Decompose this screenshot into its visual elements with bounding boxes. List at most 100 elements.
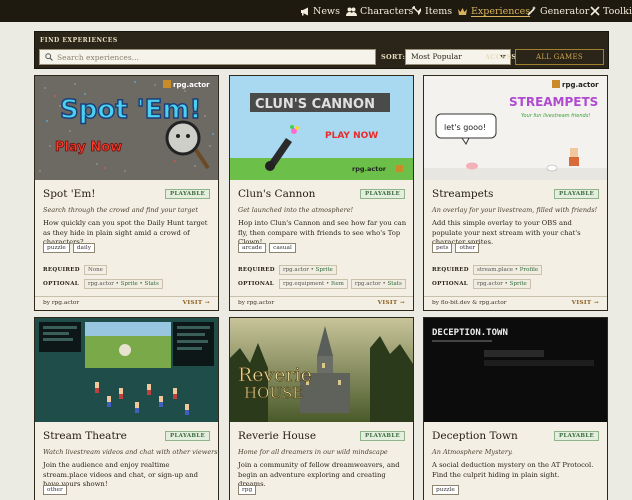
nav-news-label: News [313,5,340,17]
image-headline: Reverie [238,364,312,386]
tag-chip[interactable]: other [43,485,67,495]
tag-chip[interactable]: puzzle [432,485,459,495]
nav-generator-label: Generator [540,5,590,17]
svg-text:Spot 'Em!: Spot 'Em! [60,95,201,125]
tag-chip[interactable]: puzzle [43,243,70,253]
tag-chip[interactable]: daily [72,243,95,253]
card-description: A social deduction mystery on the AT Pro… [432,461,594,479]
playable-badge: PLAYABLE [360,189,405,199]
tag-chip[interactable]: casual [269,243,296,253]
megaphone-icon [301,7,308,15]
nav-generator[interactable]: Generator [527,0,589,22]
visit-link[interactable]: VISIT → [572,300,599,306]
optional-row: OPTIONAL rpg.equipment • Item rpg.actor … [238,279,406,289]
nav-news[interactable]: News [300,0,340,22]
card-footer: by rpg.actor VISIT → [35,296,218,310]
nav-items[interactable]: Items [412,0,452,22]
nav-experiences-label: Experiences [471,5,531,17]
experience-card-stream-theatre[interactable]: Stream Theatre PLAYABLE Watch livestream… [34,317,219,500]
tag-list: arcade casual [238,243,296,253]
optional-value: rpg.equipment • Item [279,279,348,289]
sword-shield-icon [412,6,421,15]
tag-chip[interactable]: arcade [238,243,267,253]
card-tagline: Search through the crowd and find your t… [43,206,198,214]
required-value: None [84,265,107,275]
visit-link[interactable]: VISIT → [378,300,405,306]
required-value: stream.place • Profile [473,265,543,275]
experience-card-deception-town[interactable]: DECEPTION.TOWN Deception Town PLAYABLE A… [423,317,608,500]
card-footer: by rpg.actor VISIT → [230,296,413,310]
image-headline: DECEPTION.TOWN [432,328,508,338]
visit-link[interactable]: VISIT → [183,300,210,306]
playable-badge: PLAYABLE [360,431,405,441]
card-image-cluns-cannon: CLUN'S CANNON PLAY NOW rpg.actor [230,76,413,180]
optional-value: rpg.actor • Sprite [473,279,531,289]
required-row: REQUIRED stream.place • Profile [432,265,543,275]
card-footer: by flo-bit.dev & rpg.actor VISIT → [424,296,607,310]
tag-list: puzzle [432,485,459,495]
tag-chip[interactable]: other [455,243,480,253]
required-row: REQUIRED rpg.actor • Sprite [238,265,337,275]
crown-icon [458,7,467,15]
required-value: rpg.actor • Sprite [279,265,337,275]
search-icon [45,53,53,61]
card-title: Spot 'Em! [43,188,96,200]
rpg-actor-logo: rpg.actor [163,80,210,89]
sort-value: Most Popular [411,52,462,61]
image-brand: rpg.actor [562,81,599,89]
nav-experiences[interactable]: Experiences [457,0,530,22]
card-image-spot-em: Spot 'Em! Play Now rpg.actor [35,76,218,180]
image-headline: CLUN'S CANNON [255,97,375,112]
tag-chip[interactable]: rpg [238,485,257,495]
top-nav: News Characters Items Experiences Genera… [0,0,632,22]
playable-badge: PLAYABLE [554,189,599,199]
image-subline: HOUSE [244,384,303,402]
experience-card-spot-em[interactable]: Spot 'Em! Play Now rpg.actor Spot 'Em! P… [34,75,219,311]
card-tagline: Get launched into the atmosphere! [238,206,354,214]
all-games-button[interactable]: ALL GAMES [515,49,604,65]
search-box[interactable] [39,49,376,65]
optional-row: OPTIONAL rpg.actor • Sprite [432,279,531,289]
playable-badge: PLAYABLE [165,189,210,199]
required-label: REQUIRED [43,267,80,273]
required-label: REQUIRED [238,267,275,273]
card-tagline: Home for all dreamers in our wild mindsc… [238,448,388,456]
image-bubble: let's gooo! [444,123,486,132]
card-tagline: An overlay for your livestream, filled w… [432,206,598,214]
experience-card-streampets[interactable]: rpg.actor STREAMPETS Your fun livestream… [423,75,608,311]
tag-list: other [43,485,67,495]
playable-badge: PLAYABLE [554,431,599,441]
optional-value: rpg.actor • Stats [350,279,406,289]
filter-bar: FIND EXPERIENCES SORT: Most Popular ACCE… [34,31,609,69]
rpg-actor-logo: rpg.actor [552,80,599,89]
users-icon [346,7,357,16]
card-title: Stream Theatre [43,430,127,442]
image-subline: PLAY NOW [325,131,378,141]
card-author: by rpg.actor [238,300,275,306]
filter-title: FIND EXPERIENCES [40,37,118,44]
card-image-reverie-house: Reverie HOUSE [230,318,413,422]
experience-card-reverie-house[interactable]: Reverie HOUSE Reverie House PLAYABLE Hom… [229,317,414,500]
sort-label: SORT: [381,53,406,61]
search-input[interactable] [57,52,357,62]
optional-label: OPTIONAL [238,281,274,287]
nav-toolkit[interactable]: Toolkit [590,0,632,22]
card-tagline: Watch livestream videos and chat with ot… [43,448,218,456]
card-tagline: An Atmosphere Mystery. [432,448,513,456]
card-author: by rpg.actor [43,300,80,306]
required-row: REQUIRED None [43,265,107,275]
image-subline: Your fun livestream friends! [521,113,590,119]
access-label: ACCESS: [485,53,520,61]
card-title: Reverie House [238,430,317,442]
svg-text:Play Now: Play Now [55,140,122,155]
tag-chip[interactable]: pets [432,243,453,253]
optional-label: OPTIONAL [43,281,79,287]
tag-list: puzzle daily [43,243,95,253]
nav-characters[interactable]: Characters [346,0,413,22]
image-headline: STREAMPETS [509,95,598,109]
tag-list: rpg [238,485,257,495]
experience-card-cluns-cannon[interactable]: CLUN'S CANNON PLAY NOW rpg.actor Clun's … [229,75,414,311]
card-image-stream-theatre [35,318,218,422]
image-brand: rpg.actor [173,81,210,89]
card-title: Deception Town [432,430,518,442]
